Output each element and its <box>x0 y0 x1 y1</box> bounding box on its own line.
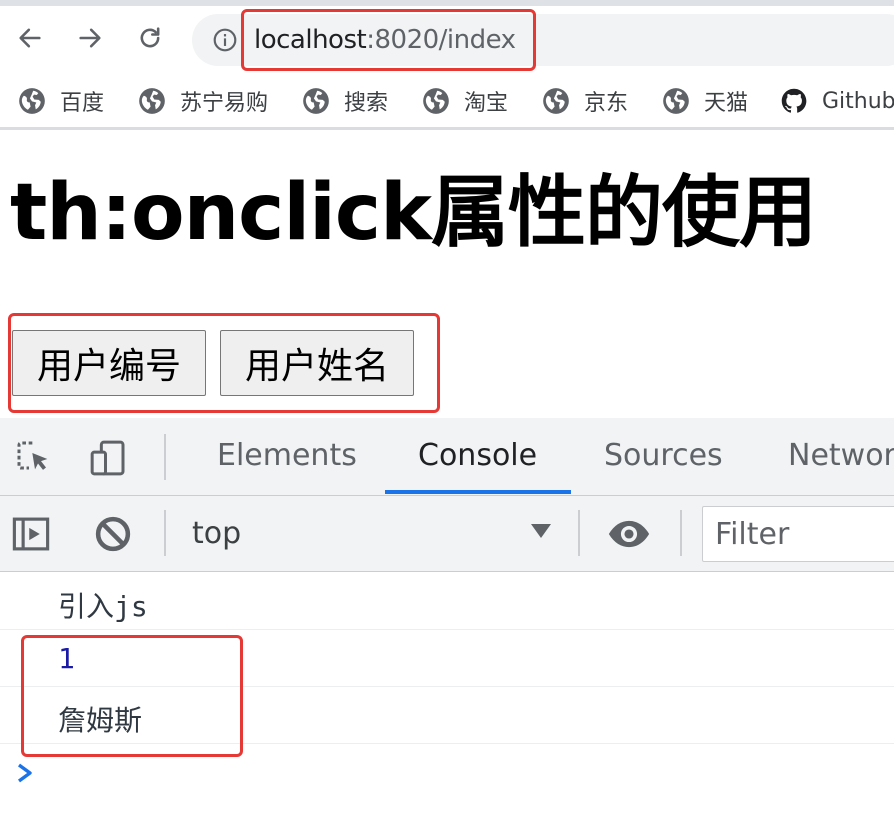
globe-icon <box>19 88 45 114</box>
clear-console-icon[interactable] <box>92 513 134 555</box>
bookmarks-bar: 百度 苏宁易购 搜索 淘宝 京东 天猫 Github <box>0 72 894 130</box>
buttons-highlight-box <box>8 313 440 413</box>
toolbar-divider <box>164 434 166 480</box>
toolbar-divider <box>164 510 166 556</box>
bookmark-label: 京东 <box>584 91 629 116</box>
bookmark-label: 搜索 <box>344 91 389 116</box>
arrow-left-icon <box>19 28 41 48</box>
bookmark-item[interactable]: 百度 <box>18 84 104 118</box>
eye-icon[interactable] <box>606 513 652 555</box>
filter-field[interactable] <box>702 506 894 562</box>
bookmark-item[interactable]: 苏宁易购 <box>138 84 268 118</box>
context-label: top <box>192 516 242 551</box>
devtools-tab-bar: Elements Console Sources Network <box>0 418 894 496</box>
globe-icon <box>303 88 329 114</box>
active-tab-indicator <box>385 490 571 494</box>
tab-network[interactable]: Network <box>788 438 894 473</box>
bookmark-label: 苏宁易购 <box>180 91 269 116</box>
arrow-right-icon <box>79 28 101 48</box>
bookmark-item[interactable]: 淘宝 <box>422 84 508 118</box>
bookmark-item[interactable]: 京东 <box>542 84 628 118</box>
logs-highlight-box <box>21 635 243 757</box>
bookmark-label: Github <box>822 88 894 114</box>
tab-sources[interactable]: Sources <box>604 438 723 473</box>
info-icon[interactable] <box>212 27 238 53</box>
globe-icon <box>423 88 449 114</box>
tab-console[interactable]: Console <box>418 438 537 473</box>
globe-icon <box>543 88 569 114</box>
toolbar-divider <box>578 510 580 556</box>
console-message: 引入js <box>0 573 894 630</box>
bookmark-label: 百度 <box>60 91 105 116</box>
caret-down-icon <box>531 524 551 538</box>
toolbar-divider <box>680 510 682 556</box>
address-highlight-box <box>241 9 536 71</box>
bookmark-label: 天猫 <box>704 91 749 116</box>
tab-elements[interactable]: Elements <box>217 438 357 473</box>
sidebar-toggle-icon[interactable] <box>10 513 52 555</box>
bookmark-item[interactable]: 天猫 <box>662 84 748 118</box>
bookmark-label: 淘宝 <box>464 91 509 116</box>
console-toolbar: top <box>0 496 894 572</box>
github-icon <box>781 88 807 113</box>
bookmark-item-github[interactable]: Github <box>780 84 894 118</box>
bookmark-item[interactable]: 搜索 <box>302 84 388 118</box>
globe-icon <box>663 88 689 114</box>
console-message-text: 引入js <box>58 590 148 623</box>
inspect-element-icon[interactable] <box>14 438 54 478</box>
forward-button[interactable] <box>72 20 108 56</box>
reload-icon <box>140 27 160 48</box>
filter-input[interactable] <box>715 515 894 553</box>
chevron-right-icon[interactable] <box>14 761 36 785</box>
globe-icon <box>139 88 165 114</box>
device-toolbar-icon[interactable] <box>88 438 128 478</box>
reload-button[interactable] <box>132 20 168 56</box>
page-title: th:onclick属性的使用 <box>10 168 817 258</box>
back-button[interactable] <box>12 20 48 56</box>
